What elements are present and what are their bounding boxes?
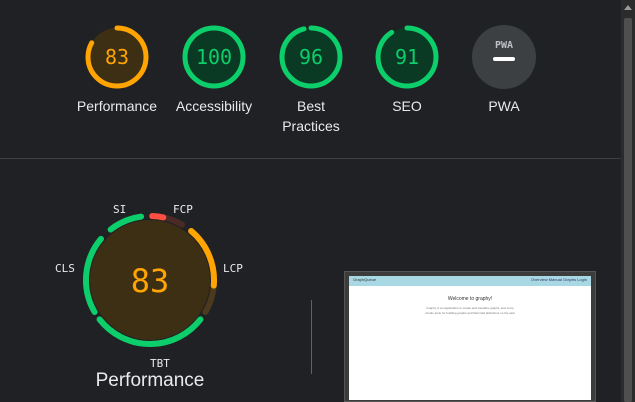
seo-score: 91: [395, 45, 419, 69]
metric-label-tbt: TBT: [150, 357, 170, 370]
best-practices-score: 96: [299, 45, 323, 69]
accessibility-score: 100: [196, 45, 232, 69]
metric-ring: 83: [83, 213, 217, 347]
screenshot-nav-links: Overview Manual Graphs Login: [530, 277, 587, 282]
best-practices-score-ring: 96: [279, 25, 343, 89]
screenshot-text-line: Graphy is an application to create and v…: [426, 306, 514, 310]
performance-metric-gauge: 83 SI FCP LCP TBT CLS: [40, 196, 260, 371]
pwa-dash-icon: [493, 57, 515, 61]
vertical-separator: [311, 300, 312, 374]
performance-score-ring: 83: [85, 25, 149, 89]
metric-label-lcp: LCP: [223, 262, 243, 275]
gauge-pwa-label: PWA: [488, 98, 520, 114]
pwa-badge-text: PWA: [495, 40, 513, 51]
fcp-segment: [149, 213, 167, 221]
gauge-accessibility-label: Accessibility: [175, 98, 253, 114]
scrollbar-thumb[interactable]: [624, 18, 632, 402]
scroll-up-arrow-icon[interactable]: [624, 5, 632, 10]
pwa-badge-icon: PWA: [472, 25, 536, 89]
lighthouse-report: 83 Performance 100 Accessibility 96 Best…: [0, 0, 635, 402]
screenshot-brand: GraphQueue: [353, 277, 377, 282]
seo-score-ring: 91: [375, 25, 439, 89]
final-screenshot[interactable]: GraphQueue Overview Manual Graphs Login …: [344, 271, 596, 402]
metric-label-fcp: FCP: [173, 203, 193, 216]
screenshot-navbar: GraphQueue Overview Manual Graphs Login: [349, 276, 591, 286]
section-divider: [0, 158, 621, 159]
accessibility-score-ring: 100: [182, 25, 246, 89]
gauge-performance-label: Performance: [76, 98, 158, 114]
gauge-seo[interactable]: 91 SEO: [362, 24, 452, 116]
metric-label-si: SI: [113, 203, 127, 216]
screenshot-page: GraphQueue Overview Manual Graphs Login …: [349, 276, 591, 400]
gauge-accessibility[interactable]: 100 Accessibility: [169, 24, 259, 116]
gauge-pwa[interactable]: PWA PWA: [459, 24, 549, 116]
screenshot-text-line: simple tools for building graphs and Mer…: [425, 311, 515, 315]
gauge-best-practices-label: Best Practices: [282, 98, 340, 134]
gauge-seo-label: SEO: [392, 98, 422, 114]
performance-score: 83: [105, 45, 129, 69]
performance-big-score: 83: [131, 262, 170, 300]
gauge-performance[interactable]: 83 Performance: [72, 24, 162, 116]
performance-title: Performance: [95, 370, 205, 391]
gauge-best-practices[interactable]: 96 Best Practices: [266, 24, 356, 136]
metric-label-cls: CLS: [55, 262, 75, 275]
screenshot-heading: Welcome to graphy!: [447, 296, 493, 302]
